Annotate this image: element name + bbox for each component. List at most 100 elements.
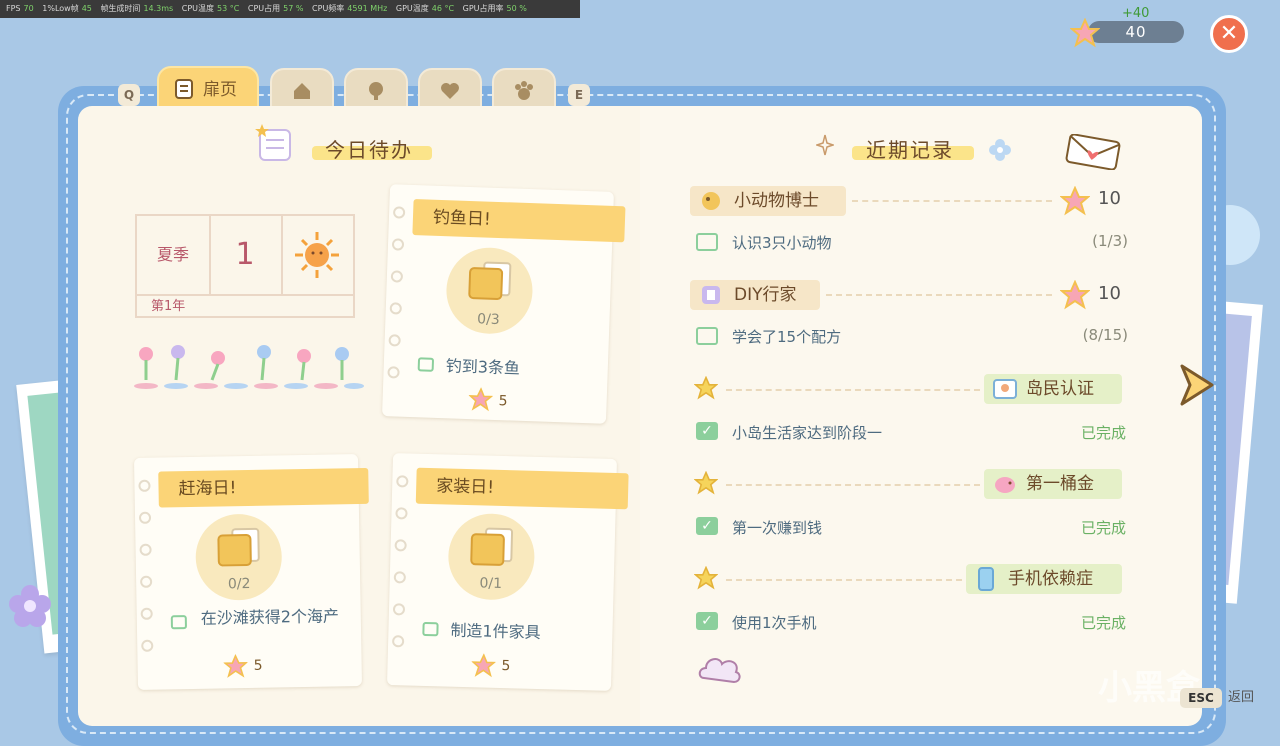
task-progress: 0/2 — [227, 575, 251, 593]
low-fps-value: 45 — [81, 4, 92, 13]
dashed-divider — [726, 484, 980, 486]
next-tab-key[interactable]: E — [568, 84, 590, 106]
record-progress: (8/15) — [1082, 326, 1128, 344]
low-fps-label: 1%Low帧 — [42, 4, 79, 13]
task-progress: 0/3 — [476, 311, 500, 329]
tab-pets[interactable] — [492, 68, 556, 110]
record-checkbox-checked: ✓ — [696, 612, 718, 630]
gpu-use-value: 50 % — [506, 4, 527, 13]
performance-overlay: FPS 70 1%Low帧 45 帧生成时间 14.3ms CPU温度 53 °C CP… — [0, 0, 580, 18]
back-label[interactable]: 返回 — [1228, 688, 1254, 708]
calendar: 夏季 1 第1年 — [135, 214, 355, 318]
envelope-icon — [1065, 134, 1121, 170]
todo-heading: 今日待办 — [325, 138, 413, 162]
cpu-freq-label: CPU频率 — [312, 4, 345, 13]
star-icon — [1070, 18, 1100, 48]
star-icon — [1060, 186, 1090, 216]
flower-icon — [989, 139, 1011, 161]
gpu-temp-value: 46 °C — [431, 4, 455, 13]
cpu-temp-label: CPU温度 — [181, 4, 215, 13]
star-icon — [694, 566, 718, 590]
record-task: 认识3只小动物 — [732, 234, 832, 252]
task-text: 钓到3条鱼 — [445, 356, 521, 378]
reward-amount: 5 — [253, 657, 263, 674]
dashed-divider — [726, 579, 962, 581]
frametime-value: 14.3ms — [143, 4, 174, 13]
star-icon — [694, 376, 718, 400]
reward-amount: 5 — [501, 658, 511, 675]
star-icon — [694, 471, 718, 495]
task-text: 在沙滩获得2个海产 — [200, 606, 340, 628]
dashed-divider — [852, 200, 1052, 202]
frametime-label: 帧生成时间 — [100, 4, 141, 13]
record-task: 小岛生活家达到阶段一 — [732, 424, 883, 442]
tab-title-page-label: 扉页 — [203, 80, 237, 100]
fps-label: FPS — [6, 4, 21, 13]
currency-gain: +40 — [1122, 6, 1150, 21]
heart-hands-icon — [441, 83, 459, 99]
dashed-divider — [726, 389, 980, 391]
record-checkbox-checked: ✓ — [696, 517, 718, 535]
weather-cell — [281, 216, 353, 294]
ring-holes — [391, 475, 410, 667]
record-checkbox — [696, 233, 718, 251]
esc-key[interactable]: ESC — [1180, 688, 1222, 708]
sun-icon — [295, 232, 339, 278]
piggy-bank-icon — [995, 477, 1015, 493]
ring-holes — [387, 206, 408, 398]
record-task: 第一次赚到钱 — [732, 519, 823, 537]
records-heading: 近期记录 — [866, 138, 954, 162]
hammer-icon — [702, 286, 720, 304]
flower-row-decoration — [134, 345, 364, 389]
cpu-use-value: 57 % — [283, 4, 304, 13]
record-reward: 10 — [1098, 283, 1121, 304]
cpu-use-label: CPU占用 — [247, 4, 281, 13]
tab-friends[interactable] — [418, 68, 482, 110]
star-icon — [471, 653, 496, 678]
record-task: 使用1次手机 — [732, 614, 817, 632]
record-reward: 10 — [1098, 188, 1121, 209]
notepad-icon — [255, 124, 291, 161]
cpu-freq-value: 4591 MHz — [347, 4, 388, 13]
record-task: 学会了15个配方 — [732, 328, 842, 346]
daily-task-card: 钓鱼日! 0/3 钓到3条鱼 5 — [382, 184, 626, 424]
record-status: 已完成 — [1080, 424, 1126, 442]
task-checkbox — [170, 615, 187, 630]
house-icon — [294, 83, 310, 99]
cloud-icon — [698, 658, 741, 684]
id-card-icon — [993, 379, 1017, 399]
task-checkbox — [422, 621, 439, 637]
star-icon — [468, 387, 494, 412]
star-icon — [223, 654, 248, 678]
paw-icon — [515, 81, 533, 100]
star-icon — [1060, 280, 1090, 310]
close-button[interactable]: ✕ — [1210, 15, 1248, 53]
fps-value: 70 — [23, 4, 34, 13]
reward-amount: 5 — [498, 393, 508, 410]
prev-tab-key[interactable]: Q — [118, 84, 140, 106]
ring-holes — [138, 479, 155, 672]
task-checkbox — [417, 357, 435, 372]
tree-icon — [369, 82, 383, 100]
next-page-arrow-icon[interactable] — [1172, 360, 1222, 410]
task-text: 制造1件家具 — [450, 620, 541, 643]
record-status: 已完成 — [1080, 519, 1126, 537]
flower-sticker-icon — [9, 585, 51, 627]
record-status: 已完成 — [1080, 614, 1126, 632]
record-progress: (1/3) — [1092, 232, 1128, 250]
gpu-temp-label: GPU温度 — [395, 4, 429, 13]
tab-home[interactable] — [270, 68, 334, 110]
cpu-temp-value: 53 °C — [217, 4, 240, 13]
dashed-divider — [826, 294, 1052, 296]
tab-nature[interactable] — [344, 68, 408, 110]
dinosaur-icon — [702, 192, 720, 210]
card-title: 钓鱼日! — [412, 198, 626, 243]
record-checkbox-checked: ✓ — [696, 422, 718, 440]
daily-task-card: 家装日! 0/1 制造1件家具 5 — [387, 453, 629, 691]
season-label: 夏季 — [137, 216, 211, 294]
daily-task-card: 赶海日! 0/2 在沙滩获得2个海产 5 — [133, 454, 369, 690]
sparkle-icon — [816, 134, 834, 156]
card-title: 赶海日! — [158, 467, 369, 508]
currency-value: 40 — [1125, 23, 1147, 41]
year-label: 第1年 — [137, 294, 353, 316]
